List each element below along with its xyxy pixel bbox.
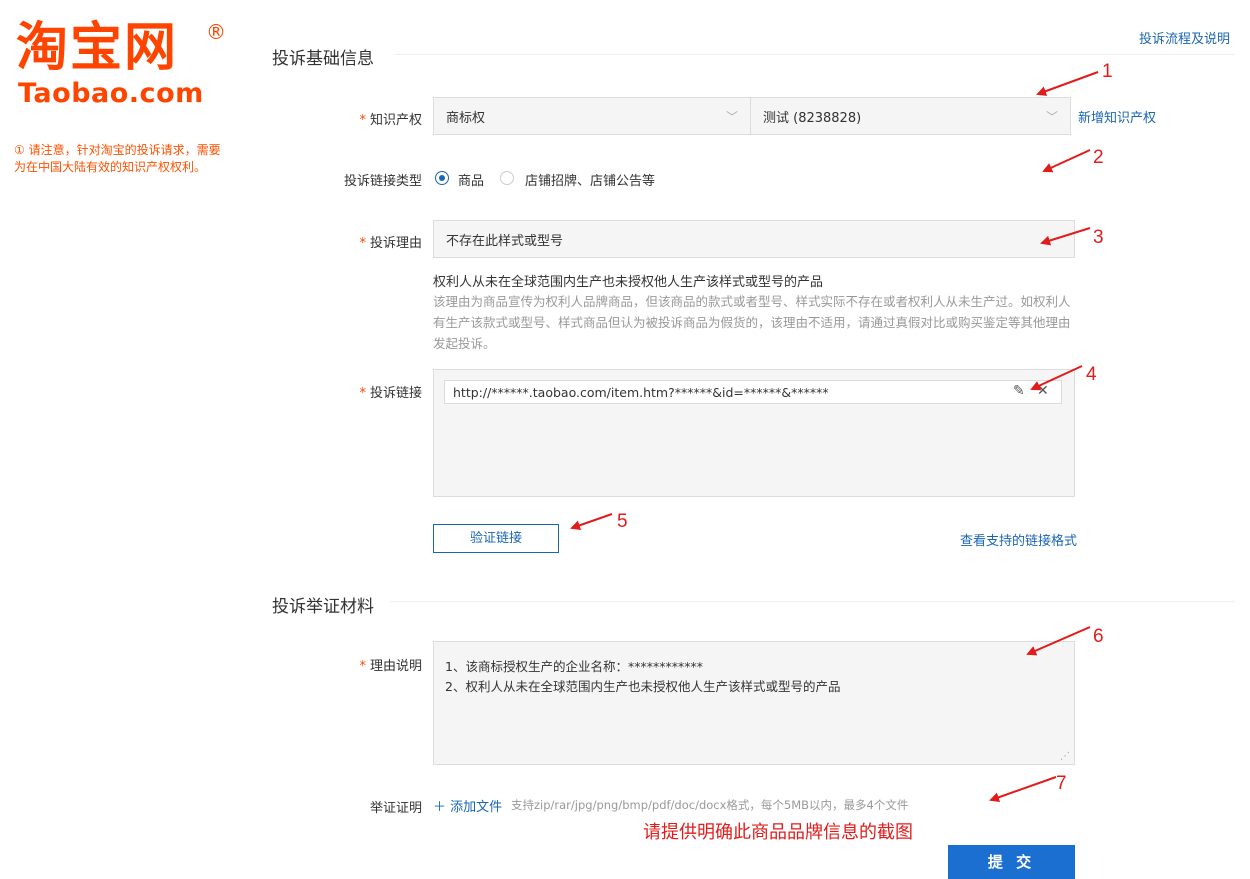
annotation-number-4: 4 (1086, 364, 1097, 385)
annotation-number-6: 6 (1093, 626, 1104, 647)
annotation-number-7: 7 (1056, 773, 1067, 794)
annotation-number-3: 3 (1093, 227, 1104, 248)
annotation-arrow-7 (989, 776, 1057, 803)
annotation-arrow-2 (1042, 149, 1091, 173)
annotation-arrow-4 (1030, 365, 1083, 391)
annotation-arrow-1 (1036, 71, 1099, 96)
annotation-arrows (570, 71, 1099, 803)
annotation-arrow-5 (570, 513, 613, 531)
annotation-number-1: 1 (1102, 61, 1113, 82)
annotation-number-5: 5 (617, 511, 628, 532)
annotation-number-2: 2 (1093, 147, 1104, 168)
annotation-arrow-3 (1040, 227, 1091, 246)
annotation-arrow-6 (1026, 626, 1091, 656)
